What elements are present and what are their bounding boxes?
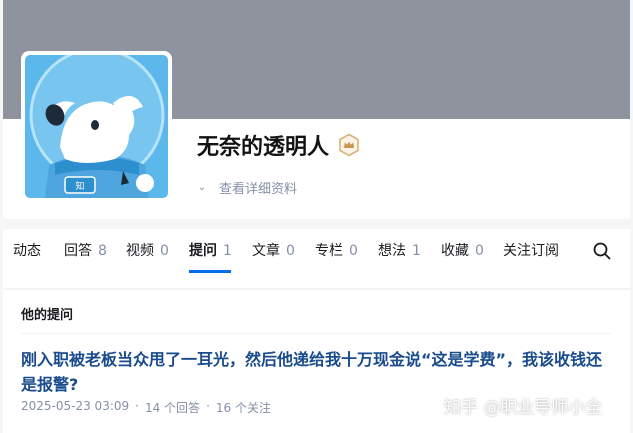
chevron-down-icon: ⌄: [197, 182, 207, 193]
tab-label: 想法: [378, 243, 406, 259]
meta-separator: ·: [135, 399, 139, 413]
crown-badge-icon[interactable]: [337, 133, 361, 157]
tab-count: 0: [475, 243, 484, 259]
question-date: 2025-05-23 03:09: [21, 399, 130, 413]
tab-count: 1: [223, 243, 232, 259]
question-meta: 2025-05-23 03:09 · 14 个回答 · 16 个关注: [21, 399, 271, 416]
tab-subscriptions[interactable]: 关注订阅: [503, 229, 559, 289]
follower-count: 16 个关注: [215, 401, 271, 415]
tab-videos[interactable]: 视频 0: [126, 229, 169, 289]
divider: [21, 333, 611, 334]
tab-questions[interactable]: 提问 1: [189, 229, 232, 289]
tab-label: 收藏: [441, 243, 469, 259]
profile-tabs: 动态 回答 8 视频 0 提问 1 文章 0 专栏 0 想法 1 收藏 0 关注订阅: [3, 229, 630, 289]
tab-answers[interactable]: 回答 8: [64, 229, 107, 289]
tab-count: 0: [349, 243, 358, 259]
view-details-label: 查看详细资料: [219, 182, 298, 197]
avatar-image: 知: [25, 55, 168, 198]
active-tab-indicator: [189, 270, 231, 273]
tab-label: 提问: [189, 243, 217, 259]
profile-name: 无奈的透明人: [197, 129, 361, 161]
tab-label: 视频: [126, 243, 154, 259]
tab-count: 1: [412, 243, 421, 259]
tab-activity[interactable]: 动态: [13, 229, 41, 289]
tab-label: 回答: [64, 243, 92, 259]
tab-label: 关注订阅: [503, 243, 559, 259]
tab-count: 0: [160, 243, 169, 259]
section-title: 他的提问: [21, 308, 74, 323]
tab-collections[interactable]: 收藏 0: [441, 229, 484, 289]
tab-count: 0: [286, 243, 295, 259]
avatar[interactable]: 知: [21, 51, 172, 202]
tab-thoughts[interactable]: 想法 1: [378, 229, 421, 289]
search-icon[interactable]: [592, 241, 612, 261]
meta-separator: ·: [206, 399, 210, 413]
svg-text:知: 知: [75, 180, 84, 192]
question-title-link[interactable]: 刚入职被老板当众甩了一耳光，然后他递给我十万现金说“这是学费”，我该收钱还是报警…: [21, 347, 616, 397]
username-text: 无奈的透明人: [197, 135, 330, 160]
profile-header: 知 无奈的透明人 ⌄ 查看详细资料: [3, 0, 630, 219]
tab-count: 8: [98, 243, 107, 259]
tab-articles[interactable]: 文章 0: [252, 229, 295, 289]
tab-label: 动态: [13, 243, 41, 259]
tab-label: 文章: [252, 243, 280, 259]
tab-columns[interactable]: 专栏 0: [315, 229, 358, 289]
view-details-link[interactable]: ⌄ 查看详细资料: [197, 178, 297, 197]
astronaut-dog-illustration: 知: [25, 55, 168, 198]
tab-label: 专栏: [315, 243, 343, 259]
answer-count: 14 个回答: [144, 401, 201, 415]
watermark: 知乎 @职业导师小全: [444, 398, 603, 418]
